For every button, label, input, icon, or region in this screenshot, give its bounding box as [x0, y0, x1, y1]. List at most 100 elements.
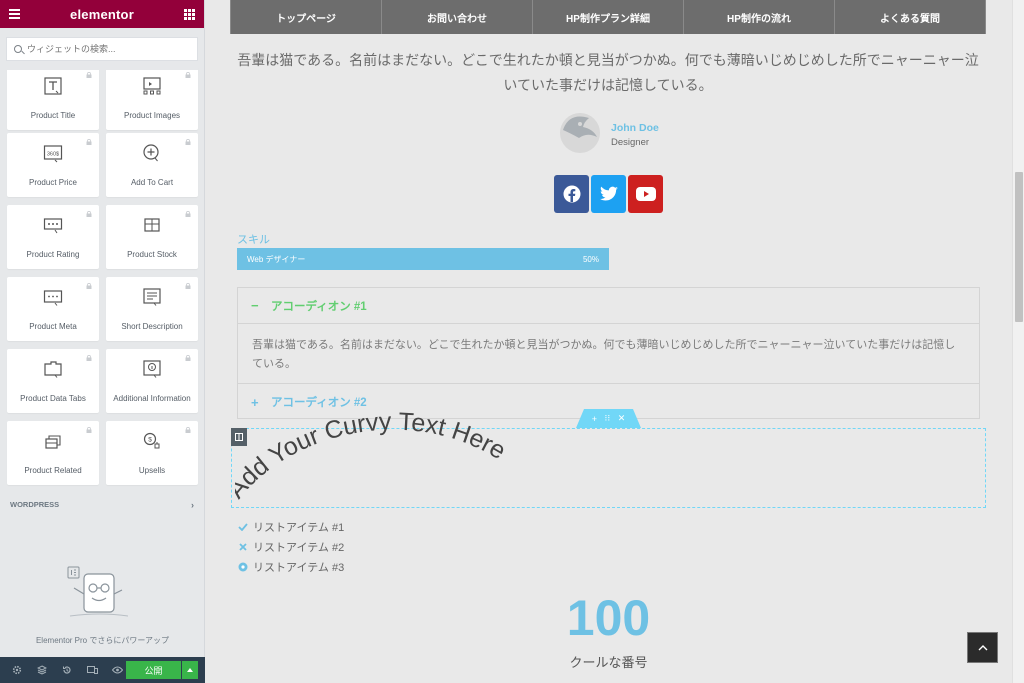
lock-icon [86, 139, 92, 145]
widget-label: Product Meta [29, 322, 77, 331]
svg-text:$: $ [148, 437, 152, 444]
product-meta-icon [43, 290, 63, 306]
social-button-facebook[interactable] [554, 175, 589, 213]
product-price-icon: 360$ [43, 145, 63, 163]
nav-item-plans[interactable]: HP制作プラン詳細 [532, 0, 683, 34]
section-handle: + ⁝⁝ ✕ [576, 409, 641, 428]
social-button-youtube[interactable] [628, 175, 663, 213]
list-item-text: リストアイテム #3 [253, 562, 345, 574]
chevron-up-icon [978, 644, 987, 650]
youtube-icon [635, 187, 656, 201]
widget-additional-information[interactable]: Additional Information [106, 349, 198, 413]
widget-product-price[interactable]: 360$ Product Price [7, 133, 99, 197]
widget-product-title[interactable]: Product Title [7, 66, 99, 130]
widget-short-description[interactable]: Short Description [106, 277, 198, 341]
scrollbar-thumb[interactable] [1015, 172, 1023, 322]
facebook-icon [563, 185, 580, 203]
widgets-grid-icon[interactable] [184, 8, 195, 20]
widget-product-data-tabs[interactable]: Product Data Tabs [7, 349, 99, 413]
lock-icon [185, 211, 191, 217]
list-item-text: リストアイテム #1 [253, 522, 345, 534]
widget-product-related[interactable]: Product Related [7, 421, 99, 485]
accordion-item-1-header[interactable]: − アコーディオン #1 [238, 288, 979, 324]
preview-eye-icon[interactable] [108, 657, 126, 683]
widget-search-input[interactable] [27, 44, 187, 54]
accordion-item-1-content: 吾輩は猫である。名前はまだない。どこで生れたか頓と見当がつかぬ。何でも薄暗いじめ… [238, 324, 979, 384]
lock-icon [185, 283, 191, 289]
widget-label: Short Description [121, 322, 183, 331]
progress-percent: 50% [582, 254, 599, 264]
author-box: John Doe Designer [559, 110, 719, 156]
short-description-icon [143, 288, 161, 306]
product-related-icon [45, 435, 61, 449]
widget-product-stock[interactable]: Product Stock [106, 205, 198, 269]
panel-header: elementor [0, 0, 204, 28]
search-icon [14, 45, 22, 53]
skill-title: スキル [237, 234, 270, 246]
widget-label: Product Price [28, 178, 78, 187]
lock-icon [185, 427, 191, 433]
author-name[interactable]: John Doe [611, 122, 659, 134]
settings-gear-icon[interactable] [8, 657, 26, 683]
lock-icon [185, 139, 191, 145]
accordion-title: アコーディオン #1 [271, 300, 367, 313]
widget-label: Add To Cart [130, 178, 174, 187]
add-to-cart-icon [143, 144, 159, 162]
widget-product-images[interactable]: Product Images [106, 66, 198, 130]
counter-title: クールな番号 [569, 655, 648, 670]
widget-search [6, 37, 198, 61]
navigator-layers-icon[interactable] [33, 657, 51, 683]
intro-text: 吾輩は猫である。名前はまだない。どこで生れたか頓と見当がつかぬ。何でも薄暗いじめ… [237, 52, 979, 93]
widget-product-meta[interactable]: Product Meta [7, 277, 99, 341]
list-item: リストアイテム #1 [237, 519, 344, 535]
widget-label: Additional Information [113, 394, 191, 403]
nav-item-top[interactable]: トップページ [230, 0, 381, 34]
nav-item-flow[interactable]: HP制作の流れ [683, 0, 834, 34]
nav-item-contact[interactable]: お問い合わせ [381, 0, 532, 34]
menu-icon[interactable] [9, 9, 20, 19]
social-button-twitter[interactable] [591, 175, 626, 213]
upsells-icon: $ [143, 432, 160, 449]
widget-upsells[interactable]: $ Upsells [106, 421, 198, 485]
product-stock-icon [144, 218, 160, 232]
responsive-mode-icon[interactable] [83, 657, 101, 683]
product-images-icon [143, 77, 161, 95]
counter-number: 100 [566, 590, 651, 646]
widget-product-rating[interactable]: Product Rating [7, 205, 99, 269]
dot-circle-icon [237, 561, 249, 573]
minus-icon: − [251, 298, 259, 313]
category-wordpress[interactable]: WORDPRESS › [10, 500, 194, 510]
svg-text:360$: 360$ [47, 152, 59, 158]
category-label: WORDPRESS [10, 500, 60, 509]
elementor-logo: elementor [70, 6, 134, 22]
page-scrollbar[interactable] [1012, 0, 1024, 683]
publish-options-button[interactable] [182, 661, 198, 679]
widget-label: Product Related [24, 466, 82, 475]
publish-button[interactable]: 公開 [126, 661, 181, 679]
panel-footer: 公開 [0, 657, 205, 683]
lock-icon [185, 72, 191, 78]
curvy-text: Add Your Curvy Text Here [235, 408, 511, 504]
delete-section-icon[interactable]: ✕ [618, 413, 626, 424]
widget-add-to-cart[interactable]: Add To Cart [106, 133, 198, 197]
pro-promo-illustration [67, 566, 129, 617]
drag-handle-icon[interactable]: ⁝⁝ [604, 413, 610, 424]
chevron-right-icon: › [191, 500, 194, 510]
check-icon [237, 521, 249, 533]
page-preview: トップページ お問い合わせ HP制作プラン詳細 HP制作の流れ よくある質問 吾… [205, 0, 1012, 683]
widget-label: Product Stock [127, 250, 177, 259]
lock-icon [86, 283, 92, 289]
lock-icon [86, 72, 92, 78]
avatar [560, 113, 600, 153]
lock-icon [86, 427, 92, 433]
widget-label: Product Data Tabs [20, 394, 86, 403]
list-item: リストアイテム #2 [237, 539, 344, 555]
product-data-tabs-icon [44, 361, 62, 378]
widget-label: Product Images [123, 111, 181, 120]
nav-item-faq[interactable]: よくある質問 [834, 0, 986, 34]
editor-panel: elementor Product Title Product Images 3… [0, 0, 205, 683]
add-section-icon[interactable]: + [592, 414, 597, 424]
back-to-top-button[interactable] [967, 632, 998, 663]
history-icon[interactable] [58, 657, 76, 683]
lock-icon [185, 355, 191, 361]
